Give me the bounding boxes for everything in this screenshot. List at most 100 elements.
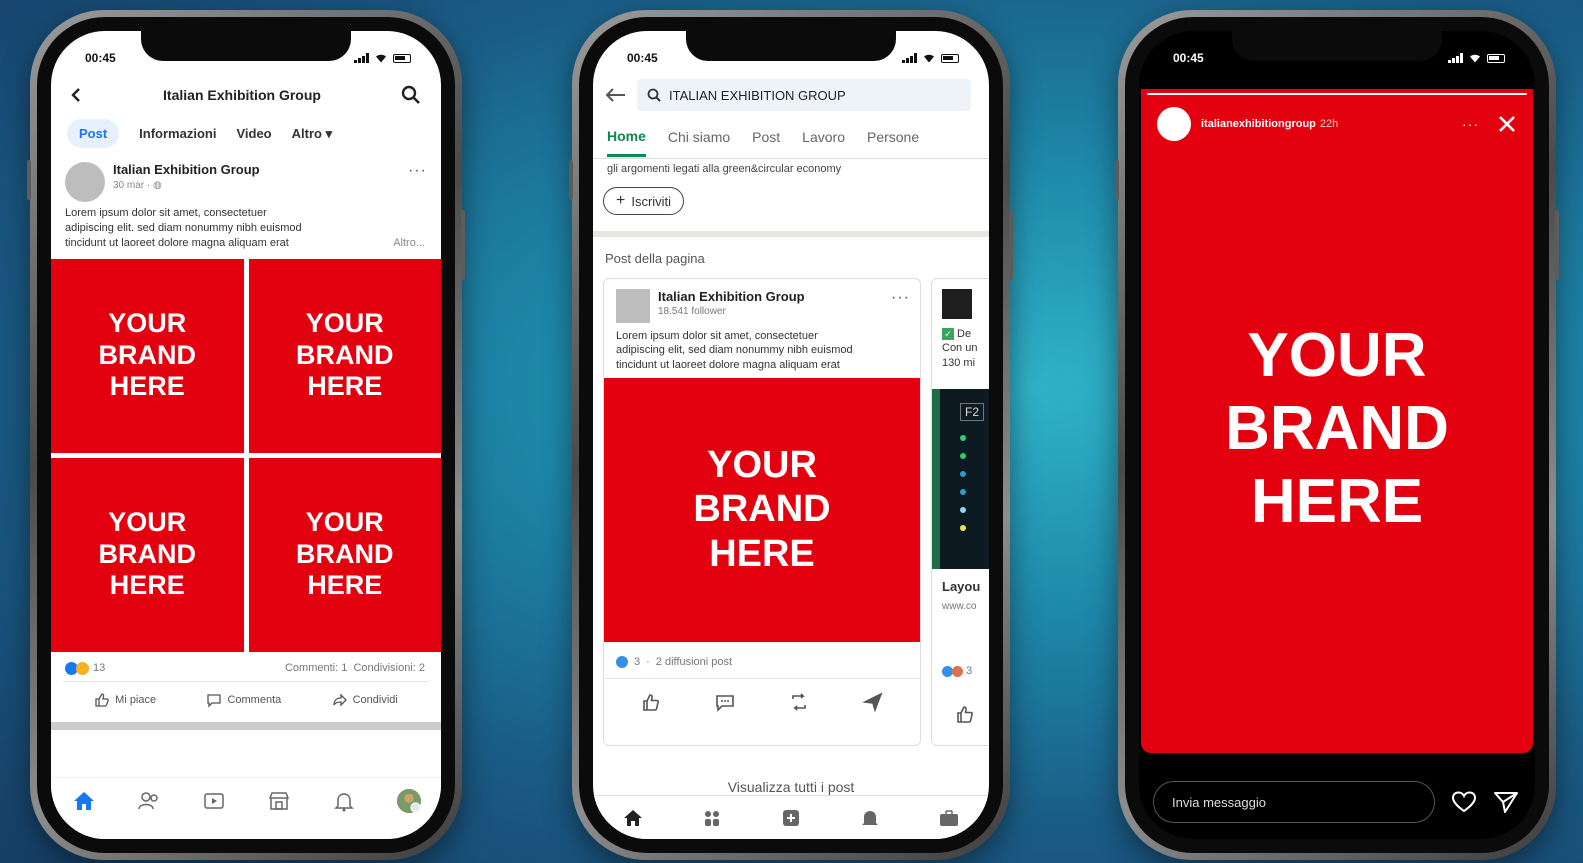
message-placeholder: Invia messaggio xyxy=(1172,794,1266,810)
comment-button[interactable] xyxy=(714,691,736,713)
post-stats[interactable]: 3 · 2 diffusioni post xyxy=(604,642,920,679)
signal-icon xyxy=(354,53,369,63)
marketplace-icon[interactable] xyxy=(266,788,292,814)
back-arrow-icon[interactable] xyxy=(69,87,83,103)
post-image-grid[interactable]: YOUR BRAND HERE YOUR BRAND HERE YOUR BRAND HER… xyxy=(51,258,441,652)
phone-side-button xyxy=(1115,160,1119,200)
card-tag: F2 xyxy=(960,403,985,421)
post-author[interactable]: Italian Exhibition Group xyxy=(658,289,805,304)
post-actions xyxy=(604,679,920,725)
brand-placeholder-image[interactable]: YOUR BRAND HERE xyxy=(248,258,441,453)
reaction-count: 13 xyxy=(93,662,106,675)
brand-placeholder-image: YOUR BRAND HERE xyxy=(1225,321,1449,537)
facebook-phone-mockup: 00:45 Italian Exhibition Group Post Info… xyxy=(27,10,465,860)
instagram-screen: 00:45 italianexhibitiongroup 22h ··· YOU… xyxy=(1139,31,1535,839)
see-all-posts-link[interactable]: Visualizza tutti i post xyxy=(593,779,989,795)
repost-button[interactable] xyxy=(788,691,810,713)
story-header: italianexhibitiongroup 22h ··· xyxy=(1141,95,1533,153)
search-icon[interactable] xyxy=(401,85,421,105)
status-time: 00:45 xyxy=(627,51,658,65)
plus-icon: + xyxy=(616,192,626,209)
company-logo[interactable] xyxy=(616,289,650,323)
like-button[interactable] xyxy=(640,691,662,713)
home-icon[interactable] xyxy=(71,788,97,814)
tab-altro[interactable]: Altro ▾ xyxy=(292,126,332,142)
signal-icon xyxy=(902,53,917,63)
tab-post[interactable]: Post xyxy=(67,119,120,148)
reaction-count: 3 xyxy=(966,665,973,677)
tab-video[interactable]: Video xyxy=(236,126,271,141)
tab-persone[interactable]: Persone xyxy=(867,129,919,145)
avatar[interactable] xyxy=(65,162,105,202)
post-card[interactable]: Italian Exhibition Group 18.541 follower… xyxy=(603,278,921,746)
post-icon[interactable] xyxy=(780,808,802,828)
like-button[interactable] xyxy=(954,703,976,725)
page-title: Italian Exhibition Group xyxy=(163,87,321,103)
post-stats[interactable]: 3 xyxy=(942,665,972,677)
company-logo xyxy=(942,289,972,319)
tab-informazioni[interactable]: Informazioni xyxy=(139,126,216,141)
post-text-line: tincidunt ut laoreet dolore magna aliqua… xyxy=(616,358,840,371)
tab-home[interactable]: Home xyxy=(607,117,646,157)
close-icon[interactable] xyxy=(1497,114,1517,134)
comment-count[interactable]: Commenti: 1 xyxy=(285,662,347,674)
share-count[interactable]: Condivisioni: 2 xyxy=(353,662,425,674)
profile-icon[interactable] xyxy=(396,788,422,814)
share-button[interactable]: Condividi xyxy=(332,692,398,708)
linkedin-screen: 00:45 ITALIAN EXHIBITION GROUP Home Chi … xyxy=(593,31,989,839)
bell-icon[interactable] xyxy=(331,788,357,814)
post-actions: Mi piace Commenta Condividi xyxy=(63,680,429,718)
wifi-icon xyxy=(924,54,934,63)
post-text-line: adipiscing elit. sed diam nonummy nibh e… xyxy=(65,221,302,234)
message-input[interactable]: Invia messaggio xyxy=(1153,781,1435,823)
card-text: 130 mi xyxy=(942,356,976,369)
more-options-icon[interactable]: ··· xyxy=(891,289,910,307)
card-link[interactable]: www.co xyxy=(942,601,976,612)
follower-count: 18.541 follower xyxy=(658,306,726,317)
wifi-icon xyxy=(1470,54,1480,63)
more-options-icon[interactable]: ··· xyxy=(1462,116,1479,132)
tab-chi-siamo[interactable]: Chi siamo xyxy=(668,129,730,145)
friends-icon[interactable] xyxy=(136,788,162,814)
post-author[interactable]: Italian Exhibition Group xyxy=(113,162,260,177)
share-label: Condividi xyxy=(352,693,398,706)
section-title: Post della pagina xyxy=(605,251,705,266)
see-more-link[interactable]: Altro... xyxy=(393,236,425,251)
story-username[interactable]: italianexhibitiongroup 22h xyxy=(1201,118,1338,130)
more-options-icon[interactable]: ··· xyxy=(408,162,427,180)
network-icon[interactable] xyxy=(701,808,723,828)
jobs-icon[interactable] xyxy=(938,808,960,828)
li-search-bar: ITALIAN EXHIBITION GROUP xyxy=(593,75,989,115)
brand-placeholder-image[interactable]: YOUR BRAND HERE xyxy=(51,457,244,652)
company-description: gli argomenti legati alla green&circular… xyxy=(607,163,842,175)
heart-icon[interactable] xyxy=(1451,790,1477,814)
story-content[interactable]: italianexhibitiongroup 22h ··· YOUR BRAND H… xyxy=(1141,89,1533,753)
reaction-summary[interactable]: 13 Commenti: 1 Condivisioni: 2 xyxy=(51,652,441,681)
phone-side-button xyxy=(569,160,573,200)
send-button[interactable] xyxy=(862,691,884,713)
avatar[interactable] xyxy=(1157,107,1191,141)
notifications-icon[interactable] xyxy=(859,808,881,828)
brand-placeholder-image[interactable]: YOUR BRAND HERE xyxy=(51,258,244,453)
brand-placeholder-image[interactable]: YOUR BRAND HERE xyxy=(604,377,920,642)
search-input[interactable]: ITALIAN EXHIBITION GROUP xyxy=(637,79,971,111)
send-icon[interactable] xyxy=(1493,790,1519,814)
like-button[interactable]: Mi piace xyxy=(94,692,156,708)
follow-button[interactable]: + Iscriviti xyxy=(603,187,685,215)
fb-page-header: Italian Exhibition Group xyxy=(51,75,441,113)
tab-post[interactable]: Post xyxy=(752,129,780,145)
wifi-icon xyxy=(376,54,386,63)
home-icon[interactable] xyxy=(622,808,644,828)
tab-lavoro[interactable]: Lavoro xyxy=(802,129,845,145)
back-arrow-icon[interactable] xyxy=(605,87,627,103)
brand-placeholder-image[interactable]: YOUR BRAND HERE xyxy=(248,457,441,652)
battery-icon xyxy=(393,53,411,63)
post-text: Lorem ipsum dolor sit amet, consectetuer… xyxy=(51,202,441,255)
post-card-partial[interactable]: ✓ De Con un 130 mi F2 Layou www.co 3 xyxy=(931,278,989,746)
checkbox-icon: ✓ xyxy=(942,328,954,340)
fb-post-header: Italian Exhibition Group 30 mar · ◍ ··· xyxy=(51,156,441,202)
comment-button[interactable]: Commenta xyxy=(206,692,281,708)
comment-label: Commenta xyxy=(227,693,282,706)
watch-icon[interactable] xyxy=(201,788,227,814)
search-icon xyxy=(647,88,661,102)
